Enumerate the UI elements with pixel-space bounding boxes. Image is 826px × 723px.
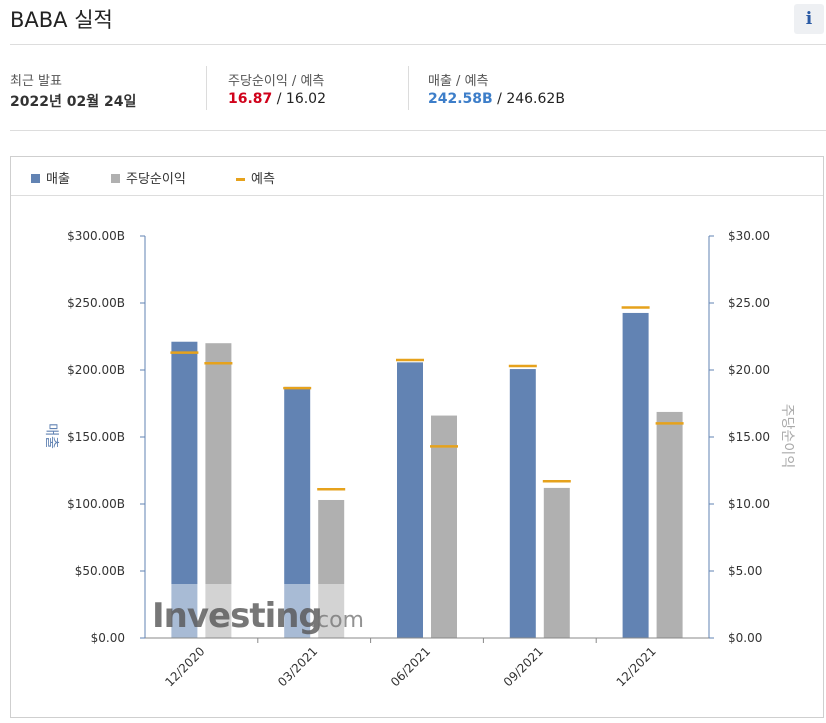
watermark-investing: Investing <box>152 596 322 636</box>
left-tick-label: $200.00B <box>67 363 125 377</box>
right-tick-label: $0.00 <box>728 631 762 645</box>
x-tick-label: 12/2020 <box>162 644 207 689</box>
right-axis-title: 주당순이익 <box>779 404 795 468</box>
right-tick-label: $15.00 <box>728 430 770 444</box>
watermark-layer: Investing .com <box>145 584 375 638</box>
x-tick-label: 03/2021 <box>275 644 320 689</box>
revenue-bar <box>397 362 423 638</box>
right-tick-label: $30.00 <box>728 229 770 243</box>
left-tick-label: $300.00B <box>67 229 125 243</box>
revenue-bar <box>509 369 536 638</box>
eps-bar <box>543 487 570 638</box>
left-tick-label: $50.00B <box>75 564 125 578</box>
watermark-dotcom: .com <box>310 608 364 633</box>
left-axis-title: 매출 <box>43 423 59 449</box>
x-tick-label: 06/2021 <box>388 644 433 689</box>
left-tick-label: $100.00B <box>67 497 125 511</box>
right-tick-label: $20.00 <box>728 363 770 377</box>
left-tick-label: $250.00B <box>67 296 125 310</box>
right-tick-label: $5.00 <box>728 564 762 578</box>
earnings-chart: Investing .com 12/2020 03/2021 06/2021 09/2… <box>43 229 795 689</box>
x-tick-label: 09/2021 <box>501 644 546 689</box>
eps-bar <box>656 411 683 638</box>
right-tick-label: $10.00 <box>728 497 770 511</box>
right-tick-label: $25.00 <box>728 296 770 310</box>
x-tick-label: 12/2021 <box>614 644 659 689</box>
left-tick-label: $0.00 <box>91 631 125 645</box>
eps-bar <box>431 415 457 638</box>
forecast-layer <box>170 306 684 491</box>
left-tick-label: $150.00B <box>67 430 125 444</box>
revenue-bar <box>622 312 649 638</box>
